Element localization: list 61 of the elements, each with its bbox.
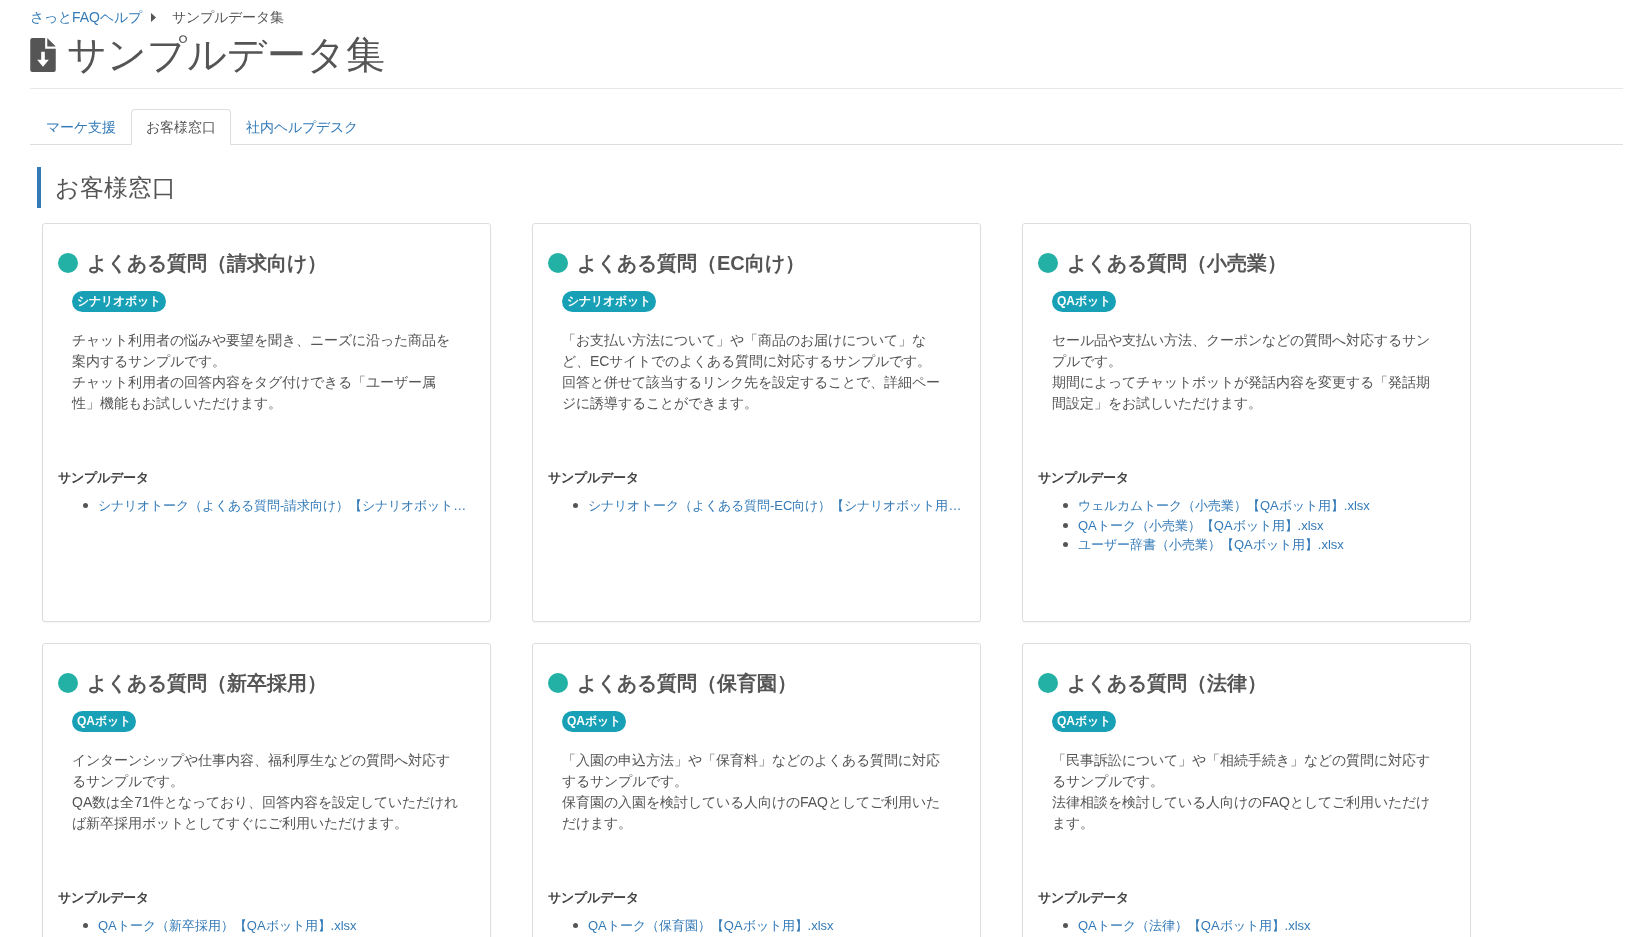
bullet-icon <box>573 923 578 929</box>
bullet-icon <box>573 503 578 509</box>
file-link[interactable]: ウェルカムトーク（小売業）【QAボット用】.xlsx <box>1078 496 1370 516</box>
bullet-icon <box>1063 923 1068 929</box>
file-download-icon <box>30 38 56 72</box>
card-title: よくある質問（新卒採用） <box>87 671 327 696</box>
caret-right-icon <box>151 12 156 22</box>
sample-data-label: サンプルデータ <box>548 889 640 907</box>
card-title: よくある質問（保育園） <box>577 671 797 696</box>
file-link[interactable]: シナリオトーク（よくある質問-請求向け）【シナリオボット… <box>98 496 467 516</box>
card-description: 法律相談を検討している人向けのFAQとしてご利用いただけます。 <box>1052 793 1431 833</box>
dot-icon <box>548 673 568 693</box>
card-description: 回答と併せて該当するリンク先を設定することで、詳細ページに誘導することができます。 <box>562 373 941 413</box>
file-link[interactable]: QAトーク（新卒採用）【QAボット用】.xlsx <box>98 916 357 936</box>
card-title: よくある質問（小売業） <box>1067 251 1287 276</box>
card-description: QA数は全71件となっており、回答内容を設定していただければ新卒採用ボットとしてすぐにご利用いただけます。 <box>72 793 459 833</box>
page-title: サンプルデータ集 <box>67 33 385 77</box>
sample-data-label: サンプルデータ <box>548 469 640 487</box>
card-title: よくある質問（請求向け） <box>87 251 327 276</box>
tab[interactable]: 社内ヘルプデスク <box>231 109 373 145</box>
tab[interactable]: お客様窓口 <box>131 109 231 145</box>
breadcrumb-link[interactable]: さっとFAQヘルプ <box>30 7 142 27</box>
breadcrumb-current: サンプルデータ集 <box>172 8 284 27</box>
bot-type-tag: QAボット <box>1052 711 1116 732</box>
bot-type-tag: QAボット <box>72 711 136 732</box>
file-link[interactable]: QAトーク（小売業）【QAボット用】.xlsx <box>1078 515 1324 535</box>
section-heading: お客様窓口 <box>37 167 176 208</box>
bullet-icon <box>83 503 88 509</box>
card-description: チャット利用者の回答内容をタグ付けできる「ユーザー属性」機能もお試しいただけます。 <box>72 373 437 413</box>
card-description: 「入園の申込方法」や「保育料」などのよくある質問に対応するサンプルです。 <box>562 751 941 791</box>
bullet-icon <box>83 923 88 929</box>
tab[interactable]: マーケ支援 <box>31 109 131 145</box>
bot-type-tag: QAボット <box>1052 291 1116 312</box>
card-description: インターンシップや仕事内容、福利厚生などの質問へ対応するサンプルです。 <box>72 751 451 791</box>
sample-data-label: サンプルデータ <box>1038 469 1130 487</box>
sample-data-label: サンプルデータ <box>58 469 150 487</box>
bot-type-tag: QAボット <box>562 711 626 732</box>
card-description: 「民事訴訟について」や「相続手続き」などの質問に対応するサンプルです。 <box>1052 751 1431 791</box>
card-title: よくある質問（法律） <box>1067 671 1267 696</box>
dot-icon <box>548 253 568 273</box>
bot-type-tag: シナリオボット <box>562 291 656 312</box>
bot-type-tag: シナリオボット <box>72 291 166 312</box>
card-description: 期間によってチャットボットが発話内容を変更する「発話期間設定」をお試しいただけます。 <box>1052 373 1431 413</box>
sample-data-label: サンプルデータ <box>58 889 150 907</box>
card-description: 保育園の入園を検討している人向けのFAQとしてご利用いただけます。 <box>562 793 941 833</box>
dot-icon <box>58 673 78 693</box>
bullet-icon <box>1063 522 1068 528</box>
file-link[interactable]: シナリオトーク（よくある質問-EC向け）【シナリオボット用… <box>588 496 962 516</box>
dot-icon <box>1038 253 1058 273</box>
card-description: 「お支払い方法について」や「商品のお届けについて」など、ECサイトでのよくある質問に対応するサンプルです。 <box>562 331 933 371</box>
sample-data-label: サンプルデータ <box>1038 889 1130 907</box>
file-link[interactable]: ユーザー辞書（小売業）【QAボット用】.xlsx <box>1078 535 1344 555</box>
dot-icon <box>1038 673 1058 693</box>
file-link[interactable]: QAトーク（法律）【QAボット用】.xlsx <box>1078 916 1311 936</box>
file-link[interactable]: QAトーク（保育園）【QAボット用】.xlsx <box>588 916 834 936</box>
bullet-icon <box>1063 542 1068 548</box>
card-description: セール品や支払い方法、クーポンなどの質問へ対応するサンプルです。 <box>1052 331 1431 371</box>
card-description: チャット利用者の悩みや要望を聞き、ニーズに沿った商品を案内するサンプルです。 <box>72 331 451 371</box>
dot-icon <box>58 253 78 273</box>
bullet-icon <box>1063 503 1068 509</box>
card-title: よくある質問（EC向け） <box>577 251 805 276</box>
